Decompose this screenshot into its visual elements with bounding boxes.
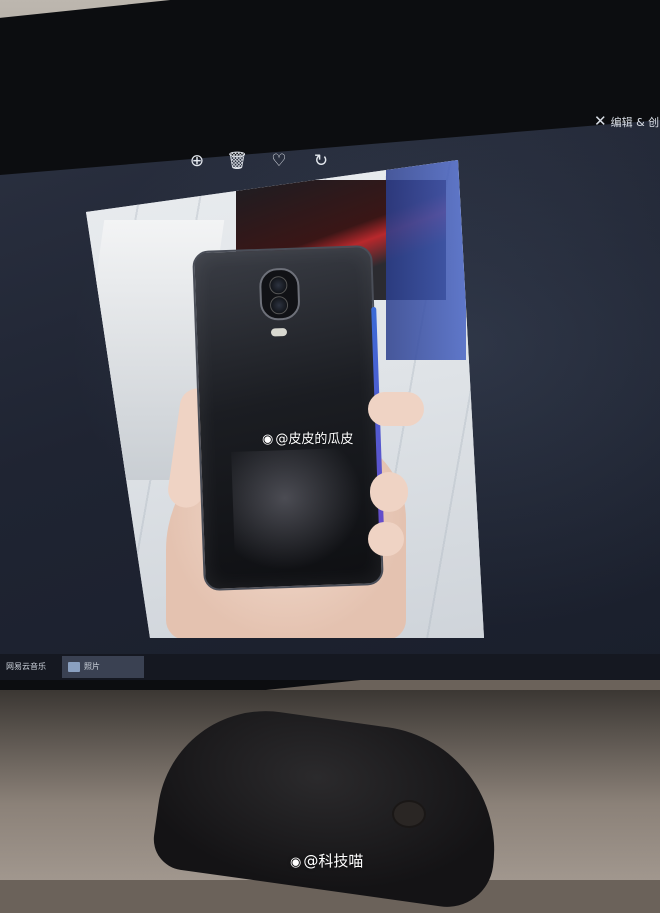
camera-module: [258, 267, 301, 321]
bottom-watermark: ◉ @科技喵: [290, 850, 363, 871]
taskbar-item-photos[interactable]: 照片: [62, 656, 144, 678]
taskbar-item-label: 网易云音乐: [6, 662, 46, 671]
edit-create-button[interactable]: ✕ 编辑 & 创: [594, 110, 659, 132]
edit-icon: ✕: [594, 112, 607, 130]
photo-toolbar: ⊕ 🗑 ♡ ↻: [186, 150, 336, 178]
edit-label: 编辑 & 创: [610, 116, 660, 129]
zoom-in-icon[interactable]: ⊕: [186, 150, 208, 172]
weibo-icon: ◉: [262, 432, 274, 447]
weibo-icon: ◉: [290, 855, 302, 870]
phone-reflection: [231, 447, 366, 572]
photo-blue-object: [386, 160, 466, 360]
photo-watermark-text: @皮皮的瓜皮: [275, 432, 354, 447]
phone: [192, 244, 385, 592]
photos-icon: [68, 661, 80, 672]
heart-icon[interactable]: ♡: [268, 150, 290, 172]
photo-watermark: ◉ @皮皮的瓜皮: [262, 428, 353, 447]
taskbar-item-label: 照片: [84, 662, 100, 671]
trash-icon[interactable]: 🗑: [226, 150, 248, 172]
displayed-photo: [86, 160, 484, 638]
taskbar-item-music[interactable]: 网易云音乐: [0, 656, 52, 678]
camera-lens: [269, 295, 289, 315]
finger: [368, 392, 424, 426]
finger: [370, 472, 408, 512]
mouse-button: [392, 800, 426, 828]
flash: [270, 327, 288, 337]
rotate-icon[interactable]: ↻: [310, 150, 332, 172]
taskbar: 网易云音乐 照片: [0, 654, 660, 680]
finger: [368, 522, 404, 556]
camera-lens: [269, 275, 288, 295]
bottom-watermark-text: @科技喵: [303, 852, 364, 870]
